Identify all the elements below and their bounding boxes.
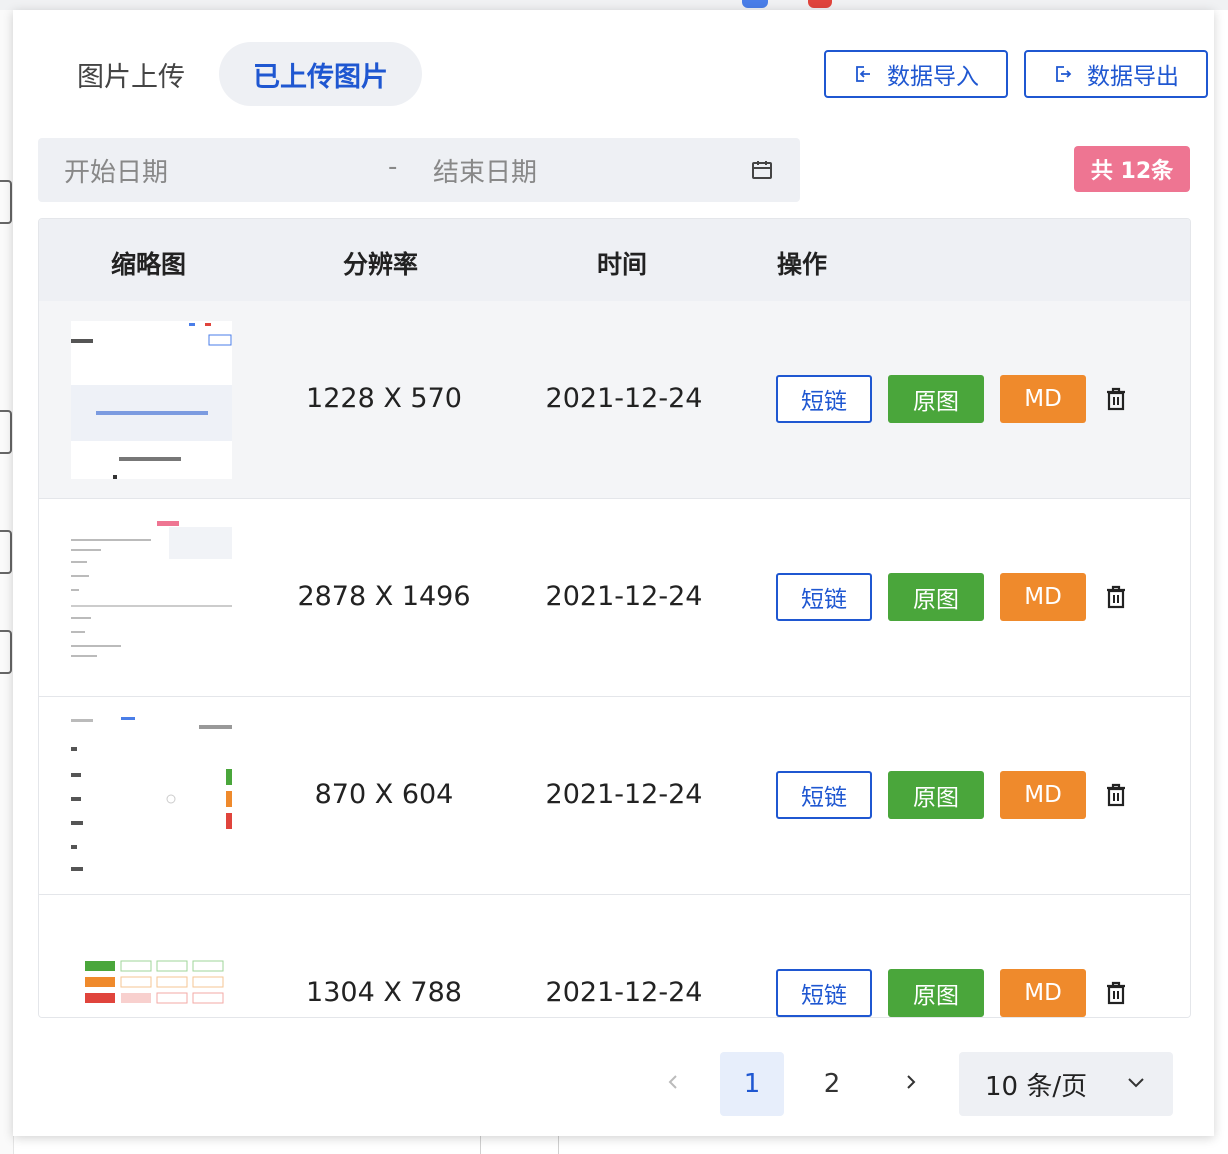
markdown-button[interactable]: MD (1000, 969, 1086, 1017)
column-time: 时间 (597, 250, 648, 279)
browser-bar (0, 0, 1228, 10)
divider (480, 1136, 481, 1154)
time-cell: 2021-12-24 (545, 977, 703, 1008)
images-table: 缩略图 分辨率 时间 操作 1228 X 570 2021-12-24 短链 原… (38, 218, 1191, 1018)
calendar-icon[interactable] (750, 158, 774, 182)
column-actions: 操作 (777, 250, 828, 279)
date-range-picker[interactable]: 开始日期 - 结束日期 (38, 138, 800, 202)
thumbnail-image[interactable] (71, 321, 232, 479)
time-cell: 2021-12-24 (545, 581, 703, 612)
tab-uploaded-images[interactable]: 已上传图片 (219, 42, 422, 106)
resolution-cell: 870 X 604 (314, 779, 454, 810)
original-image-button[interactable]: 原图 (888, 969, 984, 1017)
table-row: 870 X 604 2021-12-24 短链 原图 MD (39, 697, 1190, 895)
trash-icon[interactable] (1105, 981, 1127, 1005)
import-label: 数据导入 (887, 64, 979, 90)
markdown-button[interactable]: MD (1000, 771, 1086, 819)
uploaded-images-panel: 图片上传 已上传图片 数据导入 数据导出 开始日期 - 结束日期 共 12条 缩… (13, 10, 1214, 1136)
page-button-1[interactable]: 1 (720, 1052, 784, 1116)
short-link-button[interactable]: 短链 (776, 969, 872, 1017)
table-row: 2878 X 1496 2021-12-24 短链 原图 MD (39, 499, 1190, 697)
time-cell: 2021-12-24 (545, 383, 703, 414)
export-icon (1056, 66, 1072, 82)
short-link-button[interactable]: 短链 (776, 375, 872, 423)
notification-badge (808, 0, 832, 8)
original-image-button[interactable]: 原图 (888, 771, 984, 819)
resolution-cell: 2878 X 1496 (297, 581, 471, 612)
background-page-edge (0, 10, 14, 1154)
tab-upload[interactable]: 图片上传 (43, 42, 219, 106)
markdown-button[interactable]: MD (1000, 573, 1086, 621)
short-link-button[interactable]: 短链 (776, 771, 872, 819)
resolution-cell: 1228 X 570 (306, 383, 462, 414)
thumbnail-image[interactable] (71, 519, 232, 677)
original-image-button[interactable]: 原图 (888, 573, 984, 621)
chevron-down-icon (1128, 1078, 1144, 1088)
page-button-2[interactable]: 2 (800, 1052, 864, 1116)
start-date-input[interactable]: 开始日期 (64, 152, 168, 189)
column-thumbnail: 缩略图 (111, 250, 187, 279)
notification-badge (742, 0, 768, 8)
original-image-button[interactable]: 原图 (888, 375, 984, 423)
short-link-button[interactable]: 短链 (776, 573, 872, 621)
table-row: 1228 X 570 2021-12-24 短链 原图 MD (39, 301, 1190, 499)
export-button[interactable]: 数据导出 (1024, 50, 1208, 98)
resolution-cell: 1304 X 788 (306, 977, 462, 1008)
divider (558, 1136, 559, 1154)
thumbnail-image[interactable] (71, 717, 232, 875)
date-separator: - (388, 152, 398, 182)
table-row: 1304 X 788 2021-12-24 短链 原图 MD (39, 895, 1190, 1017)
prev-page-icon[interactable] (665, 1074, 681, 1090)
next-page-icon[interactable] (903, 1074, 919, 1090)
total-count-badge: 共 12条 (1074, 146, 1190, 192)
import-icon (856, 66, 870, 82)
import-button[interactable]: 数据导入 (824, 50, 1008, 98)
trash-icon[interactable] (1105, 783, 1127, 807)
trash-icon[interactable] (1105, 387, 1127, 411)
page-size-select[interactable]: 10 条/页 (959, 1052, 1173, 1116)
tab-bar: 图片上传 已上传图片 (43, 42, 422, 106)
table-header: 缩略图 分辨率 时间 操作 (39, 219, 1190, 302)
trash-icon[interactable] (1105, 585, 1127, 609)
time-cell: 2021-12-24 (545, 779, 703, 810)
column-resolution: 分辨率 (343, 250, 419, 279)
thumbnail-image[interactable] (71, 915, 232, 1017)
end-date-input[interactable]: 结束日期 (433, 152, 537, 189)
markdown-button[interactable]: MD (1000, 375, 1086, 423)
page-size-value: 10 条/页 (985, 1071, 1088, 1102)
export-label: 数据导出 (1087, 64, 1179, 90)
